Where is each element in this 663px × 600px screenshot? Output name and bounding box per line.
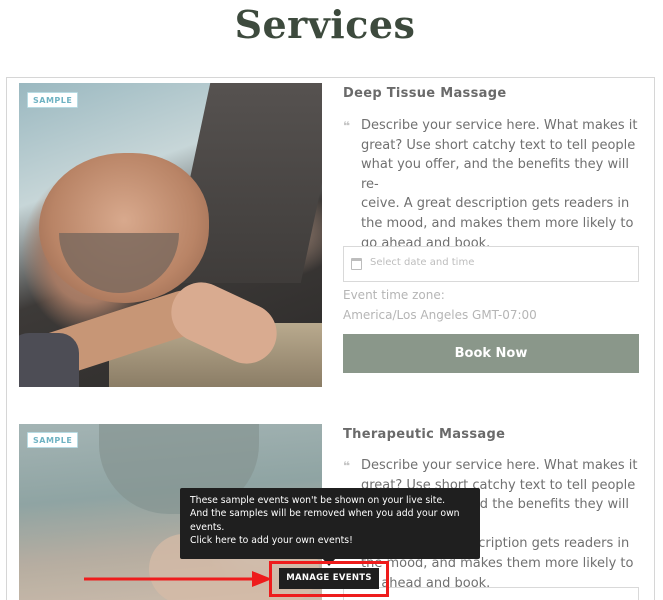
quote-icon: ❝ (343, 119, 351, 133)
red-arrow-annotation (84, 571, 272, 587)
book-now-button[interactable]: Book Now (343, 334, 639, 373)
sample-badge: SAMPLE (27, 92, 79, 108)
sample-badge: SAMPLE (27, 432, 79, 448)
date-time-placeholder: Select date and time (370, 257, 475, 268)
tooltip-line: And the samples will be removed when you… (190, 508, 460, 520)
service-description: Describe your service here. What makes i… (361, 118, 638, 251)
page-title: Services (234, 2, 416, 47)
tooltip-line: Click here to add your own events! (190, 534, 353, 546)
timezone-value: America/Los Angeles GMT-07:00 (343, 308, 537, 322)
sample-events-tooltip: These sample events won't be shown on yo… (180, 488, 480, 559)
quote-icon: ❝ (343, 459, 351, 473)
tooltip-line: events. (190, 521, 225, 533)
calendar-icon (351, 258, 362, 270)
service-image-deep-tissue[interactable] (19, 83, 322, 387)
tooltip-line: These sample events won't be shown on yo… (190, 495, 446, 506)
service-title[interactable]: Deep Tissue Massage (343, 86, 506, 101)
manage-events-button[interactable]: MANAGE EVENTS (279, 568, 379, 589)
service-title[interactable]: Therapeutic Massage (343, 427, 505, 442)
date-time-picker[interactable]: Select date and time (343, 246, 639, 282)
timezone-label: Event time zone: (343, 288, 445, 302)
